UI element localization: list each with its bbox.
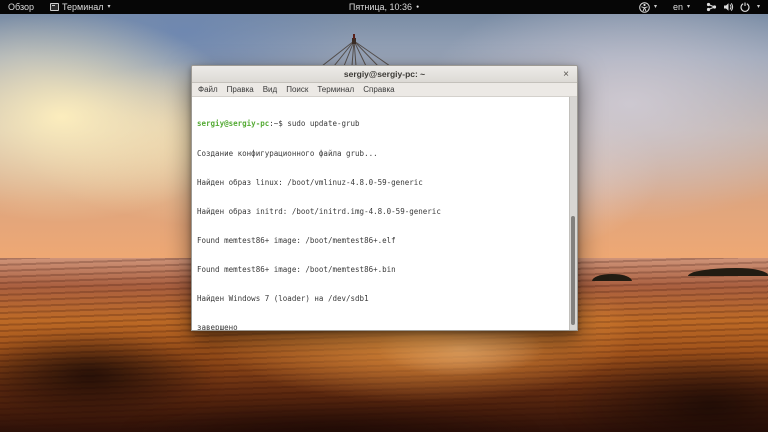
desktop: Обзор Терминал ▾ Пятница, 10:36 ● ▾ en ▾… [0, 0, 768, 432]
close-icon: × [563, 69, 569, 80]
island-silhouette [592, 274, 632, 281]
window-title: sergiy@sergiy-pc: ~ [343, 69, 426, 79]
scrollbar[interactable] [569, 97, 577, 330]
menu-help[interactable]: Справка [363, 85, 394, 94]
accessibility-icon [639, 1, 650, 13]
app-menu-button[interactable]: Терминал ▾ [42, 0, 118, 14]
terminal-text: sergiy@sergiy-pc:~$ sudo update-grub Соз… [192, 97, 577, 330]
terminal-content[interactable]: sergiy@sergiy-pc:~$ sudo update-grub Соз… [192, 97, 577, 330]
power-icon [740, 2, 750, 12]
menu-edit[interactable]: Правка [227, 85, 254, 94]
accessibility-menu-button[interactable]: ▾ [631, 0, 665, 14]
output-line: Found memtest86+ image: /boot/memtest86+… [197, 235, 396, 245]
chevron-down-icon: ▾ [686, 4, 690, 10]
app-menu-label: Терминал [62, 2, 104, 12]
volume-icon [723, 2, 734, 12]
activities-button[interactable]: Обзор [0, 0, 42, 14]
window-titlebar[interactable]: sergiy@sergiy-pc: ~ × [192, 66, 577, 83]
menu-bar: Файл Правка Вид Поиск Терминал Справка [192, 83, 577, 97]
clock-button[interactable]: Пятница, 10:36 [349, 0, 412, 14]
output-line: Создание конфигурационного файла grub... [197, 148, 378, 158]
ship-mast [321, 34, 391, 66]
output-line: Найден Windows 7 (loader) на /dev/sdb1 [197, 294, 369, 304]
menu-terminal[interactable]: Терминал [317, 85, 354, 94]
menu-view[interactable]: Вид [263, 85, 277, 94]
command-text: sudo update-grub [287, 119, 360, 129]
output-line: Найден образ initrd: /boot/initrd.img-4.… [197, 206, 441, 216]
network-icon [706, 2, 717, 12]
notification-dot-icon: ● [416, 4, 420, 10]
chevron-down-icon: ▾ [107, 4, 111, 10]
keyboard-layout-button[interactable]: en ▾ [665, 0, 698, 14]
keyboard-layout-label: en [672, 2, 683, 12]
menu-file[interactable]: Файл [198, 85, 218, 94]
chevron-down-icon: ▾ [756, 4, 760, 10]
scrollbar-handle[interactable] [571, 215, 575, 326]
top-bar: Обзор Терминал ▾ Пятница, 10:36 ● ▾ en ▾… [0, 0, 768, 14]
prompt-line: sergiy@sergiy-pc:~$ sudo update-grub [197, 119, 565, 129]
chevron-down-icon: ▾ [653, 4, 657, 10]
system-menu-button[interactable]: ▾ [698, 0, 768, 14]
output-line: завершено [197, 323, 238, 330]
close-button[interactable]: × [560, 66, 572, 83]
terminal-app-icon [50, 3, 59, 11]
activities-label: Обзор [8, 2, 34, 12]
terminal-window: sergiy@sergiy-pc: ~ × Файл Правка Вид По… [191, 65, 578, 331]
output-line: Найден образ linux: /boot/vmlinuz-4.8.0-… [197, 177, 423, 187]
menu-search[interactable]: Поиск [286, 85, 308, 94]
prompt-user: sergiy@sergiy-pc [197, 119, 270, 129]
output-line: Found memtest86+ image: /boot/memtest86+… [197, 264, 396, 274]
status-area: ▾ en ▾ ▾ [631, 0, 768, 14]
prompt-suffix: :~$ [269, 119, 288, 129]
